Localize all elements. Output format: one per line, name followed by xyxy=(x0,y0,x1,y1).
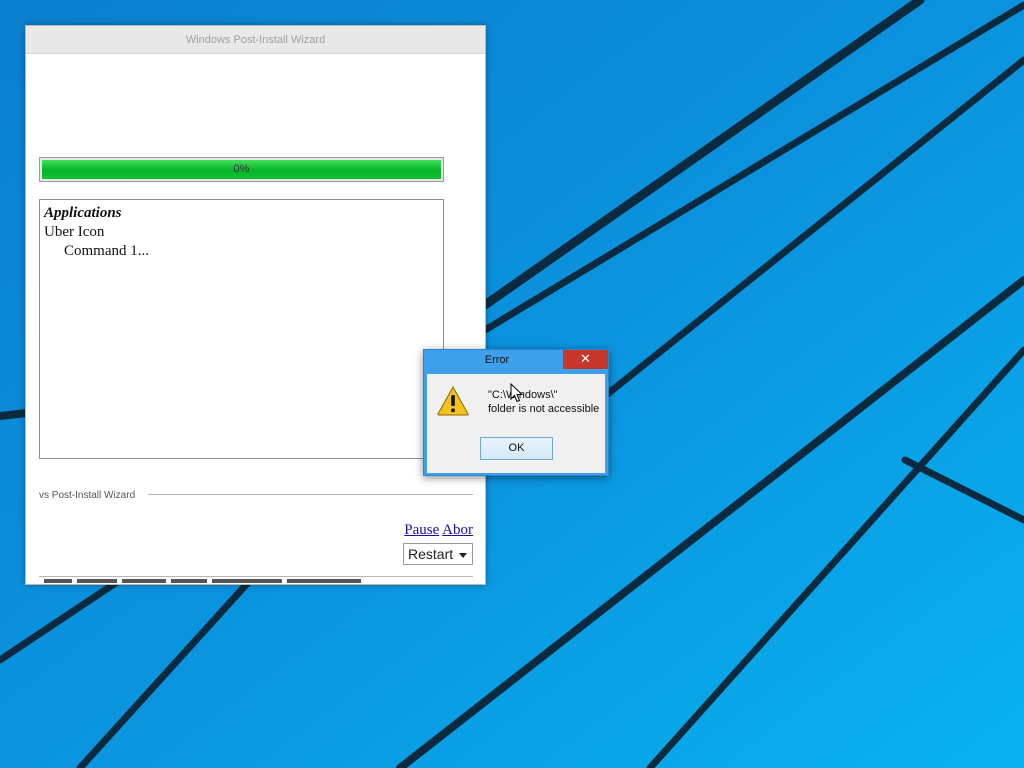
restart-select-value: Restart xyxy=(408,546,454,562)
error-dialog: Error ✕ "C:\Windows\" folder is not acce… xyxy=(423,349,609,476)
control-links: Pause Abor xyxy=(404,522,473,539)
error-titlebar[interactable]: Error ✕ xyxy=(424,350,608,372)
warning-icon xyxy=(437,386,469,416)
error-message: "C:\Windows\" folder is not accessible xyxy=(488,388,599,416)
log-item: Uber Icon xyxy=(44,224,105,240)
progress-bar: 0% xyxy=(39,157,444,182)
wizard-titlebar[interactable]: Windows Post-Install Wizard xyxy=(26,26,485,54)
clipped-footer-text xyxy=(44,579,474,585)
mouse-cursor-icon xyxy=(510,383,524,403)
abort-link[interactable]: Abor xyxy=(442,522,473,538)
restart-select[interactable]: Restart xyxy=(403,543,473,565)
bottom-divider xyxy=(39,576,473,577)
log-subitem: Command 1... xyxy=(64,243,149,259)
ok-button[interactable]: OK xyxy=(480,437,553,460)
group-label: vs Post-Install Wizard xyxy=(39,490,140,501)
error-message-line2: folder is not accessible xyxy=(488,403,600,415)
progress-label: 0% xyxy=(233,163,250,175)
error-message-line1: "C:\Windows\" xyxy=(488,388,599,402)
progress-fill: 0% xyxy=(42,160,441,179)
log-heading: Applications xyxy=(44,205,122,221)
wizard-window: Windows Post-Install Wizard 0% Applicati… xyxy=(25,25,486,585)
error-title: Error xyxy=(484,354,510,366)
close-button[interactable]: ✕ xyxy=(563,350,608,369)
log-listbox[interactable]: Applications Uber Icon Command 1... xyxy=(39,199,444,459)
group-divider xyxy=(148,494,473,495)
pause-link[interactable]: Pause xyxy=(404,522,439,538)
close-icon: ✕ xyxy=(580,351,591,366)
dropdown-arrow-icon xyxy=(459,553,467,558)
